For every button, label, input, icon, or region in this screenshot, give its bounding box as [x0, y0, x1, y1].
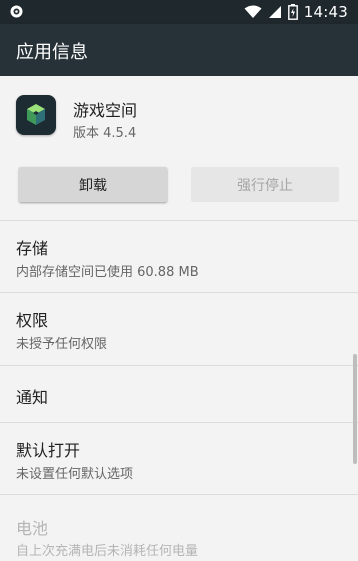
settings-item-battery[interactable]: 电池 自上次充满电后未消耗任何电量 — [0, 494, 358, 561]
settings-item-title: 默认打开 — [16, 441, 81, 460]
settings-item-title: 电池 — [16, 519, 49, 538]
settings-item-notifications[interactable]: 通知 — [0, 365, 358, 422]
app-name: 游戏空间 — [73, 101, 138, 120]
status-icons: 14:43 — [244, 0, 348, 24]
app-icon — [16, 95, 56, 135]
force-stop-button[interactable]: 强行停止 — [191, 167, 339, 202]
app-info-content: 游戏空间 版本 4.5.4 卸载 强行停止 存储 内部存储空间已使用 60.88… — [0, 76, 358, 560]
settings-item-title: 存储 — [16, 239, 49, 258]
settings-item-open-by-default[interactable]: 默认打开 未设置任何默认选项 — [0, 422, 358, 494]
settings-item-permissions[interactable]: 权限 未授予任何权限 — [0, 292, 358, 364]
page-title: 应用信息 — [16, 42, 88, 63]
uninstall-button[interactable]: 卸载 — [19, 167, 167, 202]
signal-icon — [268, 6, 281, 18]
status-time: 14:43 — [303, 3, 348, 21]
battery-icon — [287, 4, 298, 20]
scrollbar[interactable] — [353, 354, 357, 464]
settings-item-subtitle: 内部存储空间已使用 60.88 MB — [16, 265, 199, 280]
settings-item-storage[interactable]: 存储 内部存储空间已使用 60.88 MB — [0, 220, 358, 292]
app-version: 版本 4.5.4 — [73, 126, 137, 141]
notification-app-icon — [10, 5, 23, 18]
app-bar: 应用信息 — [0, 24, 358, 76]
status-bar: 14:43 — [0, 0, 358, 24]
wifi-icon — [244, 5, 262, 18]
app-header: 游戏空间 版本 4.5.4 — [0, 76, 358, 156]
settings-item-subtitle: 未设置任何默认选项 — [16, 467, 134, 482]
settings-item-subtitle: 未授予任何权限 — [16, 337, 108, 352]
settings-item-subtitle: 自上次充满电后未消耗任何电量 — [16, 544, 199, 559]
cube-icon — [27, 104, 45, 125]
settings-item-title: 通知 — [16, 388, 49, 407]
settings-item-title: 权限 — [16, 311, 49, 330]
